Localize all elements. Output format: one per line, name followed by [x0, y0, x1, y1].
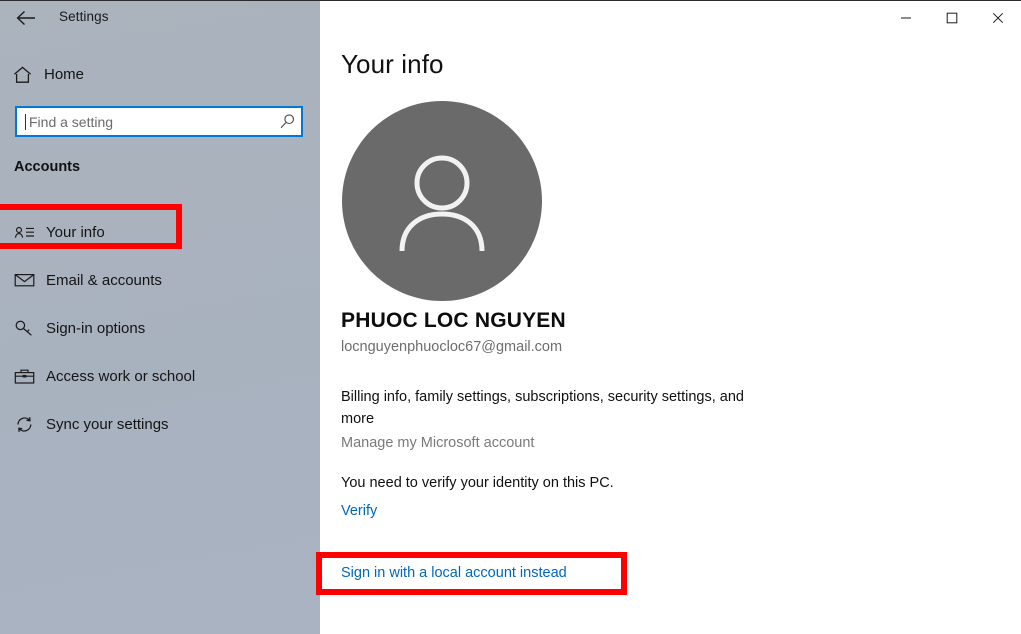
sign-in-local-account-link[interactable]: Sign in with a local account instead	[341, 564, 567, 583]
verify-link[interactable]: Verify	[341, 502, 377, 521]
sidebar-item-sync-settings[interactable]: Sync your settings	[0, 400, 320, 448]
sidebar-item-email-accounts[interactable]: Email & accounts	[0, 256, 320, 304]
envelope-icon	[2, 272, 46, 288]
sidebar-item-email-accounts-label: Email & accounts	[46, 271, 162, 289]
avatar[interactable]	[342, 101, 542, 301]
sidebar-item-access-work-school[interactable]: Access work or school	[0, 352, 320, 400]
sidebar-item-home[interactable]: Home	[0, 59, 310, 91]
sidebar-item-your-info[interactable]: Your info	[0, 208, 320, 256]
sync-icon	[2, 415, 46, 434]
sidebar-item-signin-options-label: Sign-in options	[46, 319, 146, 337]
account-email: locnguyenphuocloc67@gmail.com	[341, 339, 563, 355]
sidebar-item-signin-options[interactable]: Sign-in options	[0, 304, 320, 352]
app-title: Settings	[59, 9, 109, 24]
home-icon	[0, 66, 44, 84]
sidebar-item-sync-settings-label: Sync your settings	[46, 415, 169, 433]
search-box[interactable]	[15, 106, 303, 137]
search-icon[interactable]	[273, 113, 301, 130]
account-name: PHUOC LOC NGUYEN	[341, 309, 566, 332]
sidebar-section-title: Accounts	[14, 159, 81, 175]
sidebar-item-home-label: Home	[44, 66, 85, 83]
key-icon	[2, 319, 46, 337]
briefcase-icon	[2, 368, 46, 385]
search-input[interactable]	[26, 108, 273, 135]
contact-card-icon	[2, 225, 46, 240]
settings-window: Settings Home Accounts	[0, 0, 1021, 634]
manage-microsoft-account-link[interactable]: Manage my Microsoft account	[341, 434, 534, 453]
main-content: Your info PHUOC LOC NGUYEN locnguyenphuo…	[320, 1, 1021, 634]
window-titlebar: Settings	[0, 1, 320, 35]
sidebar-nav-list: Your info Email & accounts Sign-in optio…	[0, 208, 320, 448]
page-title: Your info	[341, 49, 444, 79]
sidebar-item-access-work-school-label: Access work or school	[46, 367, 196, 385]
billing-info-text: Billing info, family settings, subscript…	[341, 389, 744, 427]
sidebar-item-your-info-label: Your info	[46, 223, 105, 241]
maximize-button[interactable]	[929, 2, 975, 33]
close-button[interactable]	[975, 2, 1021, 33]
window-controls	[883, 2, 1021, 33]
back-arrow-icon[interactable]	[6, 3, 46, 33]
minimize-button[interactable]	[883, 2, 929, 33]
person-avatar-icon	[399, 155, 485, 252]
verify-identity-text: You need to verify your identity on this…	[341, 475, 614, 491]
sidebar: Settings Home Accounts	[0, 1, 320, 634]
